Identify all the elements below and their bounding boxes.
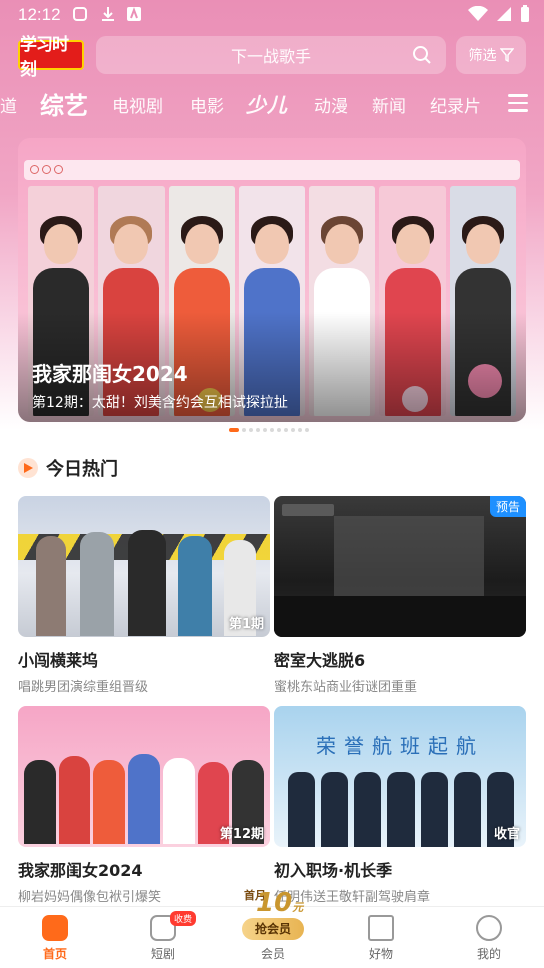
app-notification-icon [127, 7, 141, 21]
banner-title: 我家那闺女2024 [32, 362, 188, 386]
tab-tv-series[interactable]: 电视剧 [112, 92, 163, 117]
notification-icon [73, 7, 87, 21]
section-header: 今日热门 [18, 454, 118, 482]
pager-dot [263, 428, 267, 432]
nav-vip-label: 会员 [260, 947, 285, 961]
tab-partial[interactable]: 道 [0, 92, 17, 117]
video-subtitle: 任明伟送王敬轩副驾驶肩章 [274, 890, 431, 905]
pager-dot [242, 428, 246, 432]
tab-movie[interactable]: 电影 [190, 92, 224, 117]
menu-icon[interactable] [508, 94, 528, 112]
episode-label: 收官 [493, 827, 520, 842]
play-hot-icon [18, 458, 38, 478]
video-card[interactable]: 第1期 小闯横莱坞 唱跳男团演综重组晋级 [18, 496, 270, 695]
window-dot [30, 165, 39, 174]
drama-tag: 收费 [170, 911, 197, 926]
nav-vip[interactable]: 首月 10元 抢会员 会员 [238, 888, 308, 961]
pager-dot [249, 428, 253, 432]
download-icon [102, 7, 114, 21]
nav-shop[interactable]: 好物 [346, 915, 416, 962]
filter-button[interactable]: 筛选 [456, 36, 526, 74]
video-card[interactable]: 预告 密室大逃脱6 蜜桃东站商业街谜团重重 [274, 496, 526, 695]
status-bar: 12:12 [0, 0, 544, 30]
home-icon [42, 915, 68, 941]
tab-news[interactable]: 新闻 [372, 92, 406, 117]
episode-label: 第12期 [219, 827, 264, 842]
pager-dot [277, 428, 281, 432]
vip-number: 10元 [256, 888, 304, 918]
nav-home[interactable]: 首页 [20, 915, 90, 962]
video-thumbnail: 第12期 [18, 706, 270, 847]
video-thumbnail: 预告 [274, 496, 526, 637]
nav-shop-label: 好物 [368, 947, 393, 961]
hero-banner[interactable]: 我家那闺女2024 第12期：太甜！刘美含约会互相试探拉扯 [18, 138, 526, 422]
nav-mine[interactable]: 我的 [454, 915, 524, 962]
video-subtitle: 蜜桃东站商业街谜团重重 [274, 680, 418, 695]
tab-anime[interactable]: 动漫 [314, 92, 348, 117]
signal-icon [497, 7, 511, 21]
tab-variety[interactable]: 综艺 [40, 86, 88, 121]
pager-dot [270, 428, 274, 432]
vip-button: 抢会员 [242, 918, 304, 940]
video-subtitle: 柳岩妈妈偶像包袱引爆笑 [18, 890, 162, 905]
video-title: 我家那闺女2024 [18, 861, 143, 880]
filter-icon [499, 48, 514, 62]
top-header: 学习时刻 下一战歌手 筛选 [0, 35, 544, 80]
video-subtitle: 唱跳男团演综重组晋级 [18, 680, 149, 695]
nav-mine-label: 我的 [476, 947, 501, 961]
pager-dot [256, 428, 260, 432]
banner-pager [229, 428, 309, 432]
wifi-icon [468, 6, 488, 21]
status-time: 12:12 [18, 5, 61, 24]
thumb-overlay-text: 荣誉航班起航 [316, 734, 484, 758]
window-dot [42, 165, 51, 174]
section-title: 今日热门 [46, 459, 118, 480]
pager-dot [291, 428, 295, 432]
video-thumbnail: 荣誉航班起航 收官 [274, 706, 526, 847]
search-placeholder: 下一战歌手 [230, 47, 311, 66]
pager-dot [229, 428, 239, 432]
video-card[interactable]: 第12期 我家那闺女2024 柳岩妈妈偶像包袱引爆笑 [18, 706, 270, 905]
banner-subtitle: 第12期：太甜！刘美含约会互相试探拉扯 [32, 395, 288, 411]
app-logo[interactable]: 学习时刻 [18, 35, 84, 80]
pager-dot [305, 428, 309, 432]
nav-home-label: 首页 [42, 947, 67, 961]
episode-label: 第1期 [228, 617, 264, 632]
nav-drama-label: 短剧 [150, 947, 175, 961]
pager-dot [284, 428, 288, 432]
search-bar[interactable]: 下一战歌手 [96, 36, 446, 74]
tab-kids[interactable]: 少儿 [246, 89, 288, 118]
pager-dot [298, 428, 302, 432]
tab-documentary[interactable]: 纪录片 [430, 92, 481, 117]
filter-label: 筛选 [468, 48, 497, 64]
video-card[interactable]: 荣誉航班起航 收官 初入职场·机长季 任明伟送王敬轩副驾驶肩章 [274, 706, 526, 905]
preview-badge: 预告 [489, 496, 526, 517]
video-thumbnail: 第1期 [18, 496, 270, 637]
search-icon[interactable] [412, 45, 432, 65]
profile-icon [476, 915, 502, 941]
channel-tabs: 道 综艺 电视剧 电影 少儿 动漫 新闻 纪录片 [0, 86, 544, 124]
banner-window-frame [24, 160, 520, 180]
battery-icon [521, 5, 529, 22]
video-title: 小闯横莱坞 [18, 651, 99, 670]
cart-icon [368, 915, 394, 941]
video-title: 初入职场·机长季 [274, 861, 393, 880]
window-dot [54, 165, 63, 174]
video-title: 密室大逃脱6 [274, 651, 366, 670]
